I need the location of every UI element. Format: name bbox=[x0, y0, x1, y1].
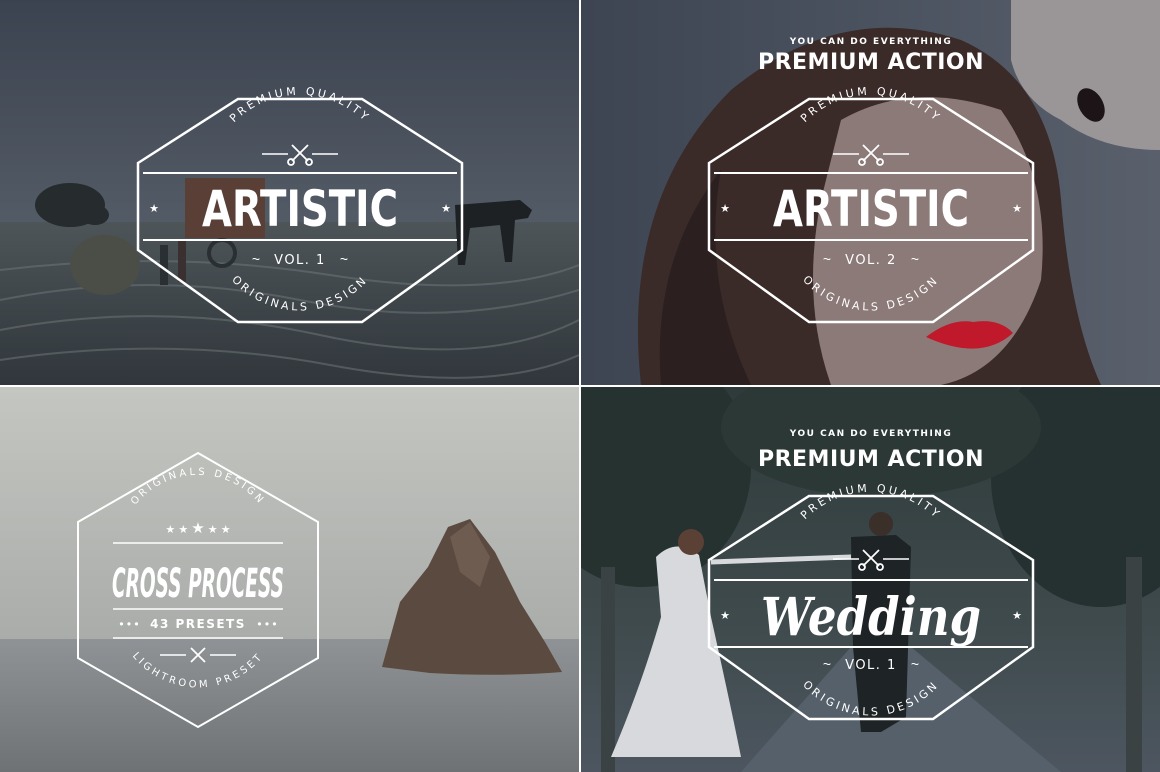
star-icon: ★ bbox=[1012, 203, 1022, 215]
panel-cross-process: ORIGINALS DESIGN ★ ★ ★ ★ ★ CROSS PROCESS… bbox=[0, 387, 579, 772]
dot-ornament: • • • bbox=[257, 617, 276, 631]
tree bbox=[81, 205, 109, 225]
badge-presets: 43 PRESETS bbox=[150, 617, 246, 631]
hay-bale bbox=[70, 235, 140, 295]
panel-artwork: YOU CAN DO EVERYTHING PREMIUM ACTION PRE… bbox=[581, 387, 1160, 772]
star-icon: ★ bbox=[720, 203, 730, 215]
tilde-ornament-icon: ~ bbox=[823, 251, 831, 267]
badge-title: Wedding bbox=[761, 587, 981, 648]
preview-grid: PREMIUM QUALITY ARTISTIC ★ ★ VOL. 1 ~ ~ … bbox=[0, 0, 1160, 772]
star-icon: ★ bbox=[441, 203, 451, 215]
panel-artistic-vol1: PREMIUM QUALITY ARTISTIC ★ ★ VOL. 1 ~ ~ … bbox=[0, 0, 579, 385]
kicker-text: YOU CAN DO EVERYTHING bbox=[789, 37, 952, 47]
heading-text: PREMIUM ACTION bbox=[758, 447, 984, 472]
badge-title: ARTISTIC bbox=[202, 180, 398, 238]
badge-volume: VOL. 1 bbox=[274, 253, 326, 268]
person bbox=[160, 245, 168, 285]
star-icon: ★ bbox=[1012, 610, 1022, 622]
person bbox=[178, 240, 186, 282]
panel-artwork: ORIGINALS DESIGN ★ ★ ★ ★ ★ CROSS PROCESS… bbox=[0, 387, 579, 772]
face bbox=[813, 97, 1043, 385]
groom-head bbox=[869, 512, 893, 536]
badge-volume: VOL. 2 bbox=[845, 253, 897, 268]
panel-artwork: YOU CAN DO EVERYTHING PREMIUM ACTION PRE… bbox=[581, 0, 1160, 385]
tilde-ornament-icon: ~ bbox=[911, 251, 919, 267]
badge-volume: VOL. 1 bbox=[845, 658, 897, 673]
panel-wedding: YOU CAN DO EVERYTHING PREMIUM ACTION PRE… bbox=[581, 387, 1160, 772]
heading-text: PREMIUM ACTION bbox=[758, 50, 984, 75]
star-icon: ★ bbox=[149, 203, 159, 215]
badge-title: CROSS PROCESS bbox=[112, 561, 284, 607]
tilde-ornament-icon: ~ bbox=[823, 656, 831, 672]
bride-head bbox=[678, 529, 704, 555]
tilde-ornament-icon: ~ bbox=[252, 251, 260, 267]
dot-ornament: • • • bbox=[119, 617, 138, 631]
panel-artwork: PREMIUM QUALITY ARTISTIC ★ ★ VOL. 1 ~ ~ … bbox=[0, 0, 579, 385]
tree-trunk bbox=[1126, 557, 1142, 772]
badge-title: ARTISTIC bbox=[773, 180, 969, 238]
kicker-text: YOU CAN DO EVERYTHING bbox=[789, 429, 952, 439]
tree-trunk bbox=[601, 567, 615, 772]
tilde-ornament-icon: ~ bbox=[340, 251, 348, 267]
star-icon: ★ bbox=[720, 610, 730, 622]
tilde-ornament-icon: ~ bbox=[911, 656, 919, 672]
panel-artistic-vol2: YOU CAN DO EVERYTHING PREMIUM ACTION PRE… bbox=[581, 0, 1160, 385]
